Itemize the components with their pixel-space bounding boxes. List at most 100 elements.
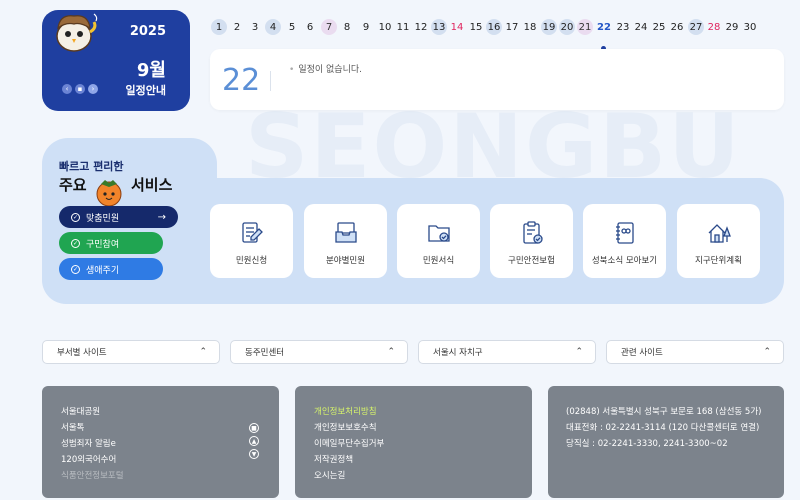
pill-custom-civil[interactable]: ✓ 맞춤민원 → (59, 206, 178, 228)
footer-link[interactable]: 식품안전정보포털 (61, 469, 124, 481)
footer-contact: (02848) 서울특별시 성북구 보문로 168 (삼선동 5가) 대표전화 … (548, 386, 784, 498)
mascot-persimmon-icon (96, 180, 122, 207)
dropdown-label: 서울시 자치구 (433, 348, 483, 358)
service-card-label: 민원신청 (235, 256, 268, 266)
pill-participation[interactable]: ✓ 구민참여 (59, 232, 163, 254)
calendar-day[interactable]: 15 (468, 19, 484, 35)
chevron-up-icon: ⌃ (575, 347, 583, 357)
house-tree-icon (708, 224, 731, 243)
check-circle-icon: ✓ (71, 264, 80, 274)
document-pen-icon (241, 222, 263, 243)
calendar-day[interactable]: 14 (449, 19, 465, 35)
services-title-b: 서비스 (131, 176, 173, 194)
schedule-message: 일정이 없습니다. (289, 62, 362, 75)
footer-link[interactable]: 오시는길 (314, 469, 345, 481)
dropdown-seoul-districts[interactable]: 서울시 자치구 ⌃ (418, 340, 596, 364)
service-card-label: 분야별민원 (325, 256, 366, 266)
calendar-day[interactable]: 16 (486, 19, 502, 35)
calendar-day[interactable]: 6 (302, 19, 318, 35)
chevron-up-icon: ⌃ (763, 347, 771, 357)
check-circle-icon: ✓ (71, 212, 80, 222)
pill-lifecycle[interactable]: ✓ 생애주기 (59, 258, 163, 280)
check-circle-icon: ✓ (71, 238, 80, 248)
footer-link[interactable]: 저작권정책 (314, 453, 353, 465)
dropdown-department-sites[interactable]: 부서별 사이트 ⌃ (42, 340, 220, 364)
footer-link[interactable]: 이메일무단수집거부 (314, 437, 384, 449)
calendar-day[interactable]: 26 (669, 19, 685, 35)
pause-icon[interactable]: ▪ (75, 84, 85, 94)
calendar-day[interactable]: 25 (651, 19, 667, 35)
calendar-day[interactable]: 18 (522, 19, 538, 35)
calendar-day[interactable]: 27 (688, 19, 704, 35)
scroll-down-icon[interactable]: ▼ (249, 449, 259, 459)
calendar-day[interactable]: 13 (431, 19, 447, 35)
selected-date: 22 (222, 63, 261, 98)
calendar-day[interactable]: 30 (742, 19, 758, 35)
calendar-badge: 2025 9월 일정안내 ‹ ▪ › (42, 10, 190, 111)
dropdown-label: 관련 사이트 (621, 348, 663, 358)
calendar-day[interactable]: 2 (229, 19, 245, 35)
service-card-label: 지구단위계획 (695, 256, 742, 266)
calendar-day[interactable]: 11 (395, 19, 411, 35)
divider (270, 71, 271, 91)
dropdown-related-sites[interactable]: 관련 사이트 ⌃ (606, 340, 784, 364)
arrow-right-icon: → (157, 211, 166, 223)
calendar-day[interactable]: 20 (559, 19, 575, 35)
footer-link[interactable]: 120외국어수어 (61, 453, 116, 465)
chevron-up-icon: ⌃ (387, 347, 395, 357)
calendar-day[interactable]: 24 (633, 19, 649, 35)
footer-phone: 대표전화 : 02-2241-3114 (120 다산콜센터로 연결) (566, 423, 760, 433)
calendar-day[interactable]: 21 (577, 19, 593, 35)
calendar-day[interactable]: 9 (358, 19, 374, 35)
service-card-forms[interactable]: 민원서식 (397, 204, 480, 278)
service-card-by-field[interactable]: 분야별민원 (304, 204, 387, 278)
next-month-icon[interactable]: › (88, 84, 98, 94)
pill-label: 구민참여 (86, 239, 120, 250)
calendar-day[interactable]: 19 (541, 19, 557, 35)
calendar-day[interactable]: 4 (265, 19, 281, 35)
calendar-day[interactable]: 1 (211, 19, 227, 35)
pause-icon[interactable]: ■ (249, 423, 259, 433)
notebook-icon (615, 222, 634, 244)
calendar-day[interactable]: 29 (724, 19, 740, 35)
folder-check-icon (427, 225, 450, 242)
service-card-petition[interactable]: 민원신청 (210, 204, 293, 278)
dropdown-community-centers[interactable]: 동주민센터 ⌃ (230, 340, 408, 364)
footer-night-duty: 당직실 : 02-2241-3330, 2241-3300~02 (566, 439, 728, 449)
calendar-day[interactable]: 5 (284, 19, 300, 35)
service-card-district-plan[interactable]: 지구단위계획 (677, 204, 760, 278)
calendar-day[interactable]: 10 (377, 19, 393, 35)
footer-link[interactable]: 서울대공원 (61, 405, 100, 417)
prev-month-icon[interactable]: ‹ (62, 84, 72, 94)
calendar-controls: ‹ ▪ › (62, 84, 98, 94)
calendar-day[interactable]: 12 (413, 19, 429, 35)
service-card-insurance[interactable]: 구민안전보험 (490, 204, 573, 278)
calendar-day[interactable]: 22 (596, 19, 612, 35)
footer-link[interactable]: 성범죄자 알림e (61, 437, 116, 449)
inbox-tray-icon (334, 222, 357, 243)
calendar-day[interactable]: 3 (247, 19, 263, 35)
calendar-day[interactable]: 28 (706, 19, 722, 35)
dropdown-label: 동주민센터 (245, 348, 285, 358)
calendar-day[interactable]: 8 (339, 19, 355, 35)
calendar-month: 9월 (136, 60, 166, 81)
service-card-label: 민원서식 (422, 256, 455, 266)
calendar-day[interactable]: 17 (504, 19, 520, 35)
footer-address: (02848) 서울특별시 성북구 보문로 168 (삼선동 5가) (566, 407, 762, 417)
footer-link[interactable]: 개인정보보호수칙 (314, 421, 377, 433)
service-card-label: 구민안전보험 (508, 256, 555, 266)
scroll-up-icon[interactable]: ▲ (249, 436, 259, 446)
services-title-a: 주요 (59, 176, 87, 194)
service-card-news[interactable]: 성북소식 모아보기 (583, 204, 666, 278)
calendar-title: 일정안내 (125, 84, 166, 97)
footer-links-policy: 개인정보처리방침 개인정보보호수칙 이메일무단수집거부 저작권정책 오시는길 (295, 386, 532, 498)
calendar-day[interactable]: 23 (615, 19, 631, 35)
footer-link-privacy[interactable]: 개인정보처리방침 (314, 405, 377, 417)
calendar-year: 2025 (129, 24, 166, 39)
service-card-label: 성북소식 모아보기 (591, 256, 658, 266)
footer-link[interactable]: 서울톡 (61, 421, 84, 433)
pill-label: 생애주기 (86, 265, 120, 276)
mascot-bird-icon (56, 13, 98, 52)
calendar-day-strip: 1 2 3 4 5 6 7 8 9 10 11 12 13 14 15 16 17 18 19 20 21 22 23 24 2… (210, 19, 780, 51)
calendar-day[interactable]: 7 (321, 19, 337, 35)
